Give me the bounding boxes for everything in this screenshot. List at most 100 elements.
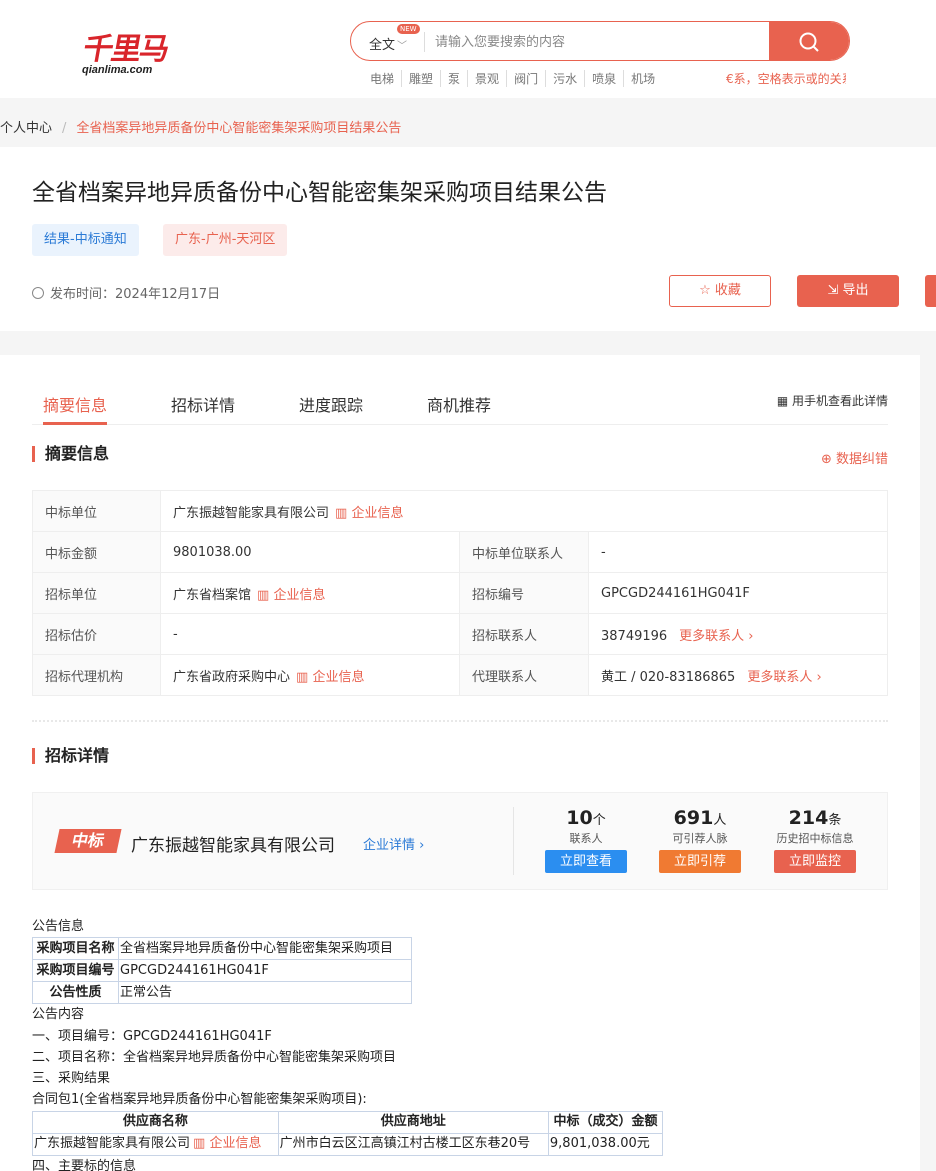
- search-input[interactable]: [435, 30, 765, 54]
- winner-contact-label: 中标单位联系人: [459, 531, 589, 573]
- tab-recommend[interactable]: 商机推荐: [427, 392, 491, 416]
- stat-value: 10个: [531, 807, 641, 829]
- building-icon: ▥: [193, 1136, 210, 1152]
- table-row: 采购项目编号 GPCGD244161HG041F: [32, 959, 412, 983]
- card-divider: [513, 807, 514, 875]
- table-row: 招标估价 - 招标联系人 38749196 更多联系人 ›: [32, 613, 888, 655]
- notice-line: 一、项目编号：GPCGD244161HG041F: [32, 1028, 272, 1044]
- stat-history: 214条 历史招中标信息 立即监控: [760, 807, 870, 873]
- stat-network: 691人 可引荐人脉 立即引荐: [645, 807, 755, 873]
- winner-company-name: 广东振越智能家具有限公司: [131, 836, 335, 856]
- tab-tender-details[interactable]: 招标详情: [171, 392, 235, 416]
- notice-line: 二、项目名称：全省档案异地异质备份中心智能密集架采购项目: [32, 1049, 397, 1065]
- data-correction-label: 数据纠错: [835, 452, 888, 467]
- stat-value: 691人: [645, 807, 755, 829]
- logo-text: 千里马: [80, 32, 171, 67]
- star-icon: ☆: [699, 283, 715, 298]
- enterprise-info-link[interactable]: ▥ 企业信息: [296, 670, 364, 685]
- supplier-address: 广州市白云区江高镇江村古楼工区东巷20号: [277, 1132, 549, 1156]
- search-hint: €系，空格表示或的关系: [726, 72, 846, 86]
- tab-summary[interactable]: 摘要信息: [43, 392, 107, 416]
- win-badge: 中标: [54, 829, 122, 853]
- monitor-button[interactable]: 立即监控: [774, 850, 856, 873]
- table-row: 公告性质 正常公告: [32, 981, 412, 1005]
- publish-time-text: 发布时间：2024年12月17日: [50, 287, 221, 302]
- view-contacts-button[interactable]: 立即查看: [545, 850, 627, 873]
- export-button[interactable]: ⇲ 导出: [797, 275, 899, 307]
- agency-contact-cell: 黄工 / 020-83186865 更多联系人 ›: [588, 654, 888, 696]
- table-row: 招标代理机构 广东省政府采购中心 ▥ 企业信息 代理联系人 黄工 / 020-83…: [32, 654, 888, 696]
- info-key: 采购项目名称: [32, 937, 119, 961]
- enterprise-info-link[interactable]: ▥ 企业信息: [193, 1136, 261, 1151]
- mobile-view-link[interactable]: ▦ 用手机查看此详情: [777, 392, 888, 409]
- info-value: 正常公告: [118, 981, 412, 1005]
- breadcrumb-home[interactable]: 个人中心: [0, 121, 52, 136]
- search-button[interactable]: [769, 22, 849, 60]
- top-header: 千里马 qianlima.com 全文﹀ NEW 电梯雕塑泵景观阀门污水喷泉机场…: [0, 0, 936, 98]
- stat-number: 10: [566, 807, 593, 829]
- search-scope-select[interactable]: 全文 ﹀: [369, 34, 407, 53]
- column-header: 供应商名称: [32, 1110, 279, 1134]
- enterprise-info-link[interactable]: ▥ 企业信息: [335, 506, 403, 521]
- info-value: GPCGD244161HG041F: [118, 959, 412, 983]
- hotword-link[interactable]: 污水: [545, 70, 584, 87]
- stat-unit: 条: [828, 813, 842, 828]
- main-card: 摘要信息 招标详情 进度跟踪 商机推荐 ▦ 用手机查看此详情 摘要信息 ⊕ 数据…: [0, 355, 920, 1171]
- hotword-link[interactable]: 景观: [467, 70, 506, 87]
- favorite-button[interactable]: ☆ 收藏: [669, 275, 771, 307]
- section-divider: [32, 720, 888, 722]
- stat-contacts: 10个 联系人 立即查看: [531, 807, 641, 873]
- table-header-row: 供应商名称 供应商地址 中标（成交）金额: [32, 1110, 664, 1134]
- enterprise-info-link[interactable]: ▥ 企业信息: [257, 588, 325, 603]
- notice-content-heading: 公告内容: [32, 1007, 85, 1023]
- breadcrumb-current: 全省档案异地异质备份中心智能密集架采购项目结果公告: [76, 121, 402, 136]
- hotword-link[interactable]: 阀门: [506, 70, 545, 87]
- supplier-cell: 广东振越智能家具有限公司 ▥ 企业信息: [32, 1132, 279, 1156]
- winner-card: 中标 广东振越智能家具有限公司 企业详情 › 10个 联系人 立即查看 691人…: [32, 792, 888, 890]
- table-row: 广东振越智能家具有限公司 ▥ 企业信息 广州市白云区江高镇江村古楼工区东巷20号 …: [32, 1132, 664, 1156]
- hotword-link[interactable]: 喷泉: [584, 70, 623, 87]
- winner-value: 广东振越智能家具有限公司: [173, 505, 330, 521]
- export-icon: ⇲: [827, 283, 843, 298]
- more-contacts-link[interactable]: 更多联系人 ›: [747, 670, 821, 685]
- table-row: 中标单位 广东振越智能家具有限公司 ▥ 企业信息: [32, 490, 888, 532]
- enterprise-info-label: 企业信息: [312, 669, 365, 685]
- stat-label: 联系人: [569, 832, 603, 845]
- stat-unit: 个: [592, 813, 606, 828]
- logo-domain: qianlima.com: [82, 64, 153, 76]
- favorite-label: 收藏: [714, 283, 741, 298]
- agency-value: 广东省政府采购中心: [173, 669, 291, 685]
- hotword-link[interactable]: 雕塑: [401, 70, 440, 87]
- stat-label: 历史招中标信息: [776, 832, 854, 845]
- hotword-link[interactable]: 电梯: [370, 70, 401, 87]
- introduce-button[interactable]: 立即引荐: [659, 850, 741, 873]
- data-correction-button[interactable]: ⊕ 数据纠错: [821, 448, 888, 467]
- site-logo[interactable]: 千里马 qianlima.com: [80, 22, 180, 78]
- tender-no-label: 招标编号: [459, 572, 589, 614]
- building-icon: ▥: [335, 505, 352, 521]
- more-action-button[interactable]: [925, 275, 936, 307]
- column-header: 中标（成交）金额: [547, 1110, 664, 1134]
- agency-contact-value: 黄工 / 020-83186865: [601, 669, 736, 685]
- winner-label: 中标单位: [32, 490, 161, 532]
- new-badge: NEW: [397, 24, 420, 34]
- building-icon: ▥: [257, 587, 274, 603]
- active-tab-indicator: [43, 422, 107, 425]
- info-value: 全省档案异地异质备份中心智能密集架采购项目: [118, 937, 412, 961]
- more-contacts-link[interactable]: 更多联系人 ›: [679, 629, 753, 644]
- tenderer-label: 招标单位: [32, 572, 161, 614]
- info-key: 采购项目编号: [32, 959, 119, 983]
- hotword-link[interactable]: 泵: [440, 70, 467, 87]
- company-detail-link[interactable]: 企业详情 ›: [363, 834, 424, 853]
- tenderer-cell: 广东省档案馆 ▥ 企业信息: [160, 572, 460, 614]
- search-icon: [799, 32, 819, 52]
- notice-type-tag: 结果-中标通知: [32, 224, 139, 256]
- estimate-value: -: [160, 613, 460, 655]
- export-label: 导出: [842, 283, 869, 298]
- hotword-link[interactable]: 机场: [623, 70, 662, 87]
- enterprise-info-label: 企业信息: [273, 587, 326, 603]
- search-scope-label: 全文: [369, 38, 396, 53]
- amount-label: 中标金额: [32, 531, 161, 573]
- tab-progress[interactable]: 进度跟踪: [299, 392, 363, 416]
- supplier-name: 广东振越智能家具有限公司: [34, 1136, 191, 1152]
